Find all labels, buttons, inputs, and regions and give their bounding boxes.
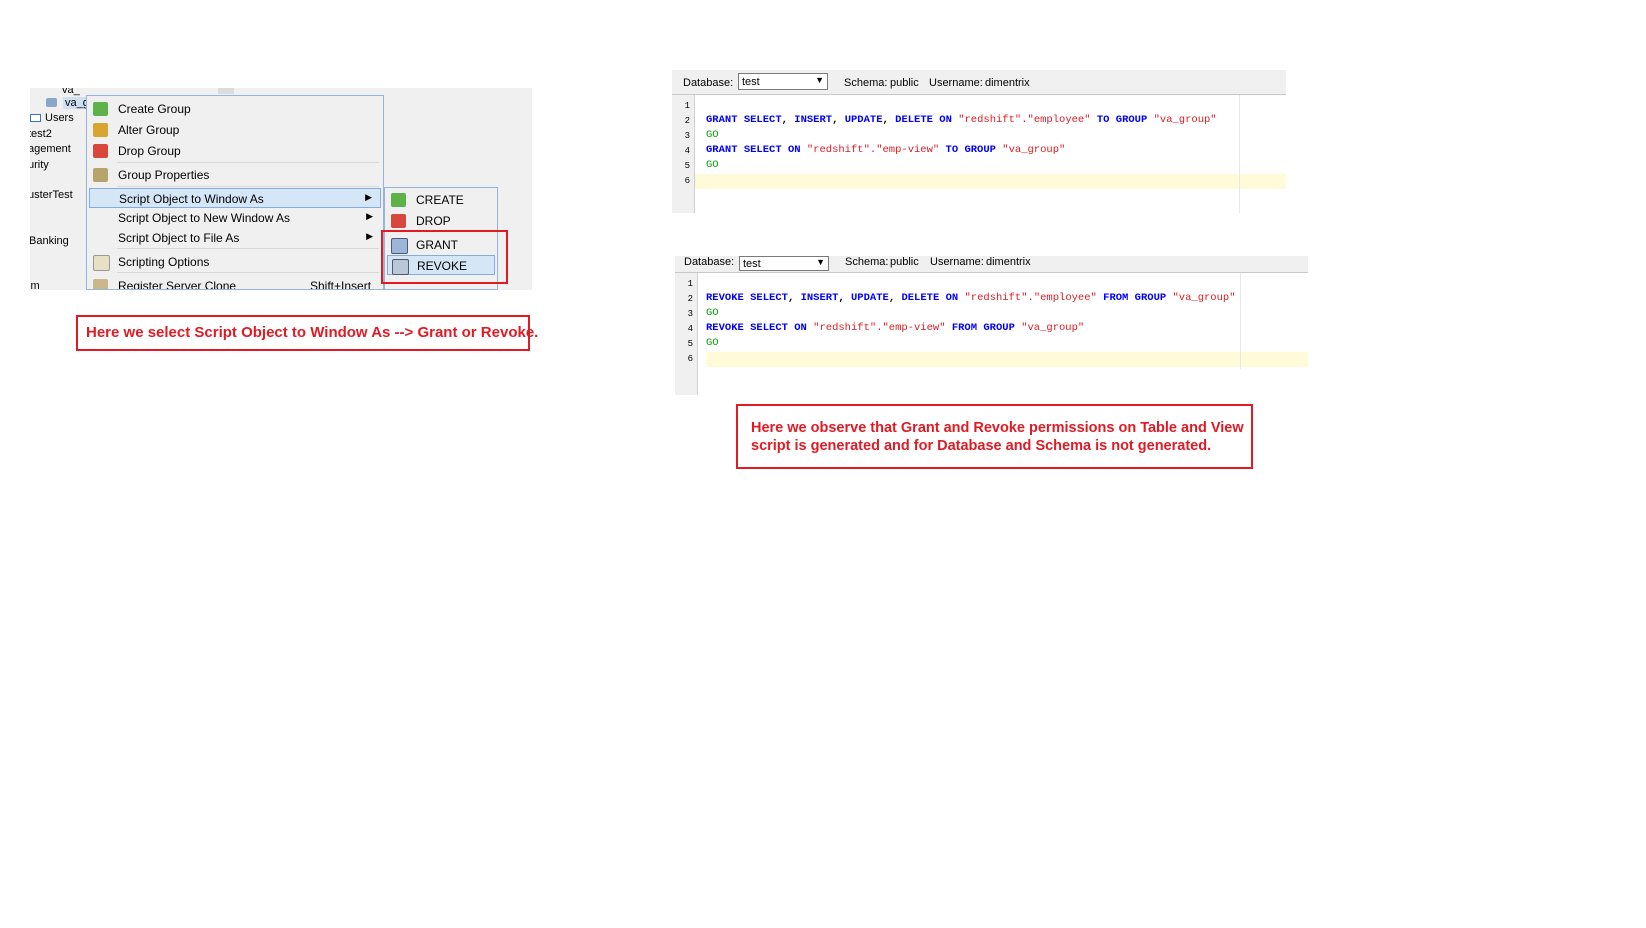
line-number-gutter: 1 2 3 4 5 6 bbox=[672, 95, 695, 213]
annotation-text-right-line2: script is generated and for Database and… bbox=[751, 438, 1212, 454]
line-number: 1 bbox=[684, 101, 690, 111]
highlight-box-grant-revoke bbox=[381, 230, 508, 284]
tree-node[interactable]: im bbox=[30, 280, 40, 290]
line-number: 4 bbox=[687, 324, 693, 334]
username-label: Username: bbox=[930, 256, 984, 268]
line-number: 6 bbox=[687, 354, 693, 364]
menu-item-create-group[interactable]: Create Group bbox=[89, 99, 381, 119]
group-icon bbox=[46, 98, 57, 110]
code-line-5[interactable]: GO bbox=[706, 159, 719, 171]
alter-group-icon bbox=[93, 123, 108, 137]
tree-node[interactable]: Banking bbox=[30, 235, 69, 247]
tree-node[interactable]: urity bbox=[30, 159, 49, 171]
chevron-down-icon: ▼ bbox=[816, 257, 825, 267]
menu-item-script-to-new-window[interactable]: Script Object to New Window As ▶ bbox=[89, 208, 381, 228]
chevron-right-icon: ▶ bbox=[365, 192, 372, 202]
menu-item-drop-group[interactable]: Drop Group bbox=[89, 141, 381, 161]
code-line-2[interactable]: REVOKE SELECT, INSERT, UPDATE, DELETE ON… bbox=[706, 292, 1236, 304]
revoke-script-editor: Database: test ▼ Schema: public Username… bbox=[675, 256, 1308, 395]
line-number: 2 bbox=[684, 116, 690, 126]
editor-toolbar: Database: test ▼ Schema: public Username… bbox=[672, 70, 1286, 95]
database-label: Database: bbox=[683, 77, 734, 89]
line-number: 1 bbox=[687, 279, 693, 289]
annotation-box-left: Here we select Script Object to Window A… bbox=[76, 315, 538, 351]
username-label: Username: bbox=[929, 77, 983, 89]
create-icon bbox=[391, 193, 406, 207]
folder-icon bbox=[30, 113, 41, 125]
line-number-gutter: 1 2 3 4 5 6 bbox=[675, 273, 698, 395]
code-line-2[interactable]: GRANT SELECT, INSERT, UPDATE, DELETE ON … bbox=[706, 114, 1217, 126]
chevron-right-icon: ▶ bbox=[366, 231, 373, 241]
menu-separator bbox=[117, 248, 379, 249]
tree-node[interactable]: agement bbox=[30, 143, 71, 155]
group-properties-icon bbox=[93, 168, 108, 182]
chevron-down-icon: ▼ bbox=[815, 75, 824, 85]
scripting-options-icon bbox=[93, 255, 110, 271]
chevron-right-icon: ▶ bbox=[366, 211, 373, 221]
database-label: Database: bbox=[684, 256, 735, 268]
menu-separator bbox=[117, 186, 379, 187]
code-line-3[interactable]: GO bbox=[706, 129, 719, 141]
line-number: 2 bbox=[687, 294, 693, 304]
tree-node[interactable]: usterTest bbox=[30, 189, 73, 201]
username-value: dimentrix bbox=[986, 256, 1031, 268]
annotation-box-right: Here we observe that Grant and Revoke pe… bbox=[736, 404, 1253, 469]
line-number: 6 bbox=[684, 176, 690, 186]
menu-item-alter-group[interactable]: Alter Group bbox=[89, 120, 381, 140]
right-margin-guide bbox=[1240, 273, 1241, 369]
annotation-text-left: Here we select Script Object to Window A… bbox=[86, 324, 539, 341]
menu-item-register-server-clone[interactable]: Register Server Clone Shift+Insert bbox=[89, 276, 381, 290]
schema-value: public bbox=[890, 256, 919, 268]
tree-node-users[interactable]: Users bbox=[45, 112, 74, 124]
editor-toolbar: Database: test ▼ Schema: public Username… bbox=[675, 256, 1308, 273]
annotation-text-right-line1: Here we observe that Grant and Revoke pe… bbox=[751, 420, 1244, 436]
line-number: 3 bbox=[687, 309, 693, 319]
code-line-4[interactable]: GRANT SELECT ON "redshift"."emp-view" TO… bbox=[706, 144, 1065, 156]
drop-icon bbox=[391, 214, 406, 228]
code-line-4[interactable]: REVOKE SELECT ON "redshift"."emp-view" F… bbox=[706, 322, 1084, 334]
line-number: 5 bbox=[684, 161, 690, 171]
menu-item-script-to-file[interactable]: Script Object to File As ▶ bbox=[89, 228, 381, 248]
context-menu: Create Group Alter Group Drop Group Grou… bbox=[86, 95, 384, 290]
register-clone-icon bbox=[93, 279, 108, 289]
submenu-item-drop[interactable]: DROP bbox=[387, 211, 495, 231]
schema-label: Schema: bbox=[845, 256, 889, 268]
line-number: 3 bbox=[684, 131, 690, 141]
drop-group-icon bbox=[93, 144, 108, 158]
menu-item-scripting-options[interactable]: Scripting Options bbox=[89, 252, 381, 272]
current-line-highlight bbox=[695, 174, 1286, 189]
shortcut-label: Shift+Insert bbox=[310, 279, 372, 290]
schema-label: Schema: bbox=[844, 77, 888, 89]
username-value: dimentrix bbox=[985, 77, 1030, 89]
tree-node[interactable]: va_ bbox=[62, 88, 80, 96]
menu-item-group-properties[interactable]: Group Properties bbox=[89, 165, 381, 185]
menu-item-script-to-window[interactable]: Script Object to Window As ▶ bbox=[89, 188, 381, 208]
database-select[interactable]: test ▼ bbox=[738, 73, 828, 90]
submenu-item-create[interactable]: CREATE bbox=[387, 190, 495, 210]
current-line-highlight bbox=[706, 352, 1308, 367]
grant-script-editor: Database: test ▼ Schema: public Username… bbox=[672, 70, 1286, 213]
line-number: 5 bbox=[687, 339, 693, 349]
database-select[interactable]: test ▼ bbox=[739, 256, 829, 271]
create-group-icon bbox=[93, 102, 108, 116]
scrollbar[interactable] bbox=[218, 88, 234, 94]
menu-separator bbox=[117, 272, 379, 273]
schema-value: public bbox=[890, 77, 919, 89]
code-line-5[interactable]: GO bbox=[706, 337, 719, 349]
menu-separator bbox=[117, 162, 379, 163]
tree-node[interactable]: test2 bbox=[30, 128, 52, 140]
line-number: 4 bbox=[684, 146, 690, 156]
right-margin-guide bbox=[1239, 95, 1240, 213]
code-line-3[interactable]: GO bbox=[706, 307, 719, 319]
